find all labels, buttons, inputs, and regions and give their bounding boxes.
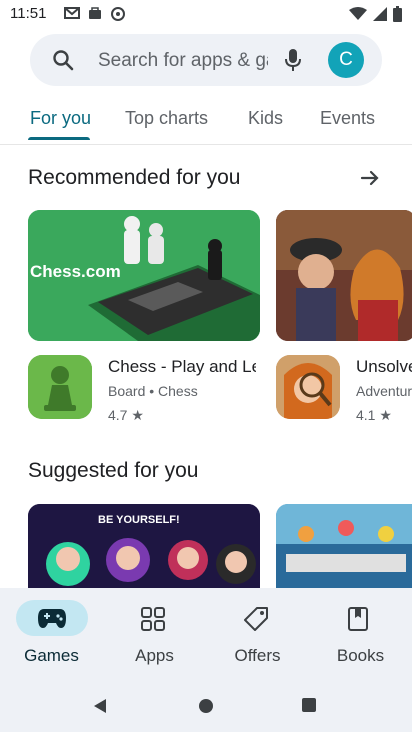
unsolved-app-icon[interactable] — [276, 355, 340, 419]
suggested-banner-1[interactable]: BE YOURSELF! — [28, 504, 260, 588]
suggested-section-title: Suggested for you — [28, 459, 199, 482]
bottom-navigation: Games Apps Offers Books — [0, 588, 412, 680]
chess-banner-text: Chess.com — [30, 262, 121, 281]
tab-top-charts[interactable]: Top charts — [125, 108, 208, 129]
chess-app-icon[interactable] — [28, 355, 92, 419]
nav-books[interactable]: Books — [309, 588, 412, 680]
unsolved-banner[interactable] — [276, 210, 412, 341]
recommended-section-title: Recommended for you — [28, 166, 241, 189]
suggested-banner-1-text: BE YOURSELF! — [98, 514, 180, 526]
nav-games[interactable]: Games — [0, 588, 103, 680]
wifi-icon — [349, 7, 367, 20]
notification-icons — [64, 6, 126, 22]
nav-books-label: Books — [336, 646, 385, 665]
nav-apps[interactable]: Apps — [103, 588, 206, 680]
apps-grid-icon — [141, 607, 165, 631]
chess-app-rating: 4.7 ★ — [108, 407, 144, 423]
detective-banner-image — [276, 210, 412, 341]
search-bar[interactable]: Search for apps & games C — [30, 34, 382, 86]
nav-games-label: Games — [24, 646, 79, 665]
chess-app-category: Board • Chess — [108, 383, 198, 399]
recents-icon[interactable] — [302, 698, 316, 712]
status-bar: 11:51 — [0, 0, 412, 30]
nav-offers-label: Offers — [234, 646, 281, 665]
microphone-icon[interactable] — [284, 48, 302, 72]
arrow-right-icon[interactable] — [358, 166, 382, 190]
search-input[interactable]: Search for apps & games — [98, 50, 268, 72]
tab-kids[interactable]: Kids — [248, 108, 283, 129]
system-navigation-bar — [0, 680, 412, 732]
home-icon[interactable] — [198, 698, 214, 714]
bookmark-book-icon — [348, 607, 368, 631]
unsolved-app-name[interactable]: Unsolved Case — [356, 357, 412, 377]
magnifier-portrait-icon — [276, 355, 340, 419]
active-tab-indicator — [28, 137, 90, 140]
tag-icon — [244, 607, 268, 631]
chess-app-name[interactable]: Chess - Play and Learn — [108, 357, 256, 377]
search-icon — [53, 50, 74, 71]
signal-icon — [373, 7, 387, 21]
battery-icon — [393, 6, 402, 22]
system-status-icons — [349, 6, 402, 22]
unsolved-app-rating: 4.1 ★ — [356, 407, 392, 423]
unsolved-app-category: Adventure — [356, 383, 412, 399]
sync-icon — [111, 7, 125, 21]
gmail-icon — [64, 7, 80, 19]
nav-offers[interactable]: Offers — [206, 588, 309, 680]
back-icon[interactable] — [92, 698, 108, 714]
gamepad-icon — [38, 609, 66, 628]
nav-apps-label: Apps — [135, 646, 174, 665]
suggested-banner-2[interactable] — [276, 504, 412, 588]
shopping-bag-icon — [89, 7, 101, 19]
account-avatar[interactable]: C — [328, 42, 364, 78]
status-time: 11:51 — [10, 5, 47, 22]
category-tabs: For you Top charts Kids Events — [0, 96, 412, 145]
restaurant-banner-image — [276, 504, 412, 588]
tab-events[interactable]: Events — [320, 108, 375, 129]
chess-banner[interactable]: Chess.com — [28, 210, 260, 341]
tab-for-you[interactable]: For you — [30, 108, 91, 129]
pawn-icon — [28, 355, 92, 419]
